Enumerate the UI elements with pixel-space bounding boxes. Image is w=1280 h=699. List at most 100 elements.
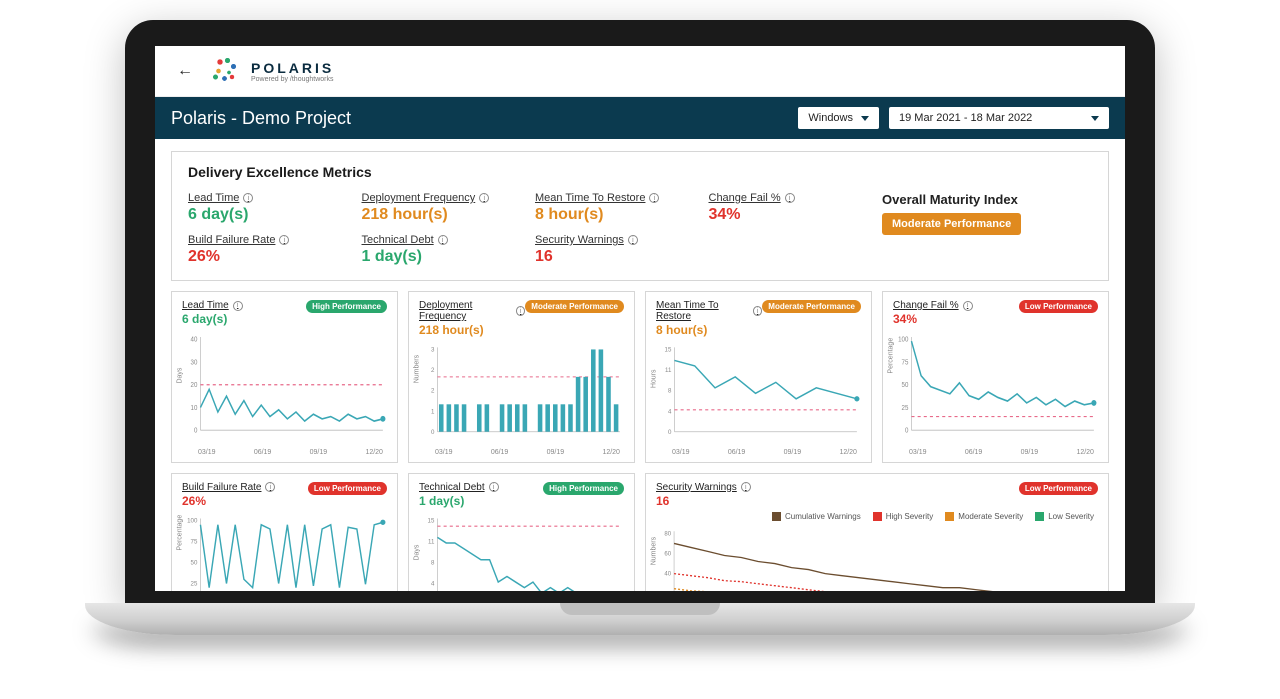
svg-text:20: 20: [191, 382, 198, 389]
svg-text:0: 0: [431, 429, 435, 436]
metric-lead-time[interactable]: Lead Timei 6 day(s): [188, 192, 352, 224]
chart-plot: Days010203040: [182, 330, 387, 447]
summary-title: Delivery Excellence Metrics: [188, 164, 1092, 180]
chart-plot: Numbers01223: [419, 341, 624, 447]
svg-text:20: 20: [664, 590, 671, 591]
logo-icon: [209, 54, 243, 88]
info-icon[interactable]: i: [233, 301, 243, 311]
svg-text:25: 25: [902, 404, 909, 411]
app-header: ← POLARIS Powered by /thoughtworks: [155, 46, 1125, 97]
svg-text:50: 50: [191, 559, 198, 566]
svg-text:8: 8: [668, 388, 672, 395]
info-icon[interactable]: i: [963, 301, 973, 311]
svg-text:30: 30: [191, 359, 198, 366]
info-icon[interactable]: i: [741, 482, 751, 492]
info-icon[interactable]: i: [649, 193, 659, 203]
card-build-failure[interactable]: Build Failure Rate i26%Low PerformancePe…: [171, 473, 398, 592]
os-select-value: Windows: [808, 112, 853, 124]
chevron-down-icon: [861, 116, 869, 121]
svg-text:50: 50: [902, 382, 909, 389]
metric-build-failure[interactable]: Build Failure Ratei 26%: [188, 234, 352, 266]
svg-text:75: 75: [902, 359, 909, 366]
brand-logo: POLARIS Powered by /thoughtworks: [209, 54, 334, 88]
chart-plot: Days0481115: [419, 512, 624, 592]
performance-badge: Low Performance: [1019, 482, 1098, 495]
chart-grid-row2: Build Failure Rate i26%Low PerformancePe…: [171, 473, 1109, 592]
x-axis-ticks: 03/1906/1909/1912/20: [893, 447, 1098, 456]
metric-technical-debt[interactable]: Technical Debti 1 day(s): [362, 234, 526, 266]
performance-badge: Moderate Performance: [762, 300, 861, 313]
back-button[interactable]: ←: [171, 60, 199, 82]
x-axis-ticks: 03/1906/1909/1912/20: [419, 447, 624, 456]
card-mttr[interactable]: Mean Time To Restore i8 hour(s)Moderate …: [645, 291, 872, 463]
chart-grid: Lead Time i6 day(s)High PerformanceDays0…: [171, 291, 1109, 463]
info-icon[interactable]: i: [628, 235, 638, 245]
performance-badge: Moderate Performance: [525, 300, 624, 313]
metric-change-fail[interactable]: Change Fail %i 34%: [709, 192, 873, 224]
x-axis-ticks: 03/1906/1909/1912/20: [182, 447, 387, 456]
info-icon[interactable]: i: [438, 235, 448, 245]
maturity-badge: Moderate Performance: [882, 213, 1021, 235]
svg-text:0: 0: [905, 427, 909, 434]
metric-security-warnings[interactable]: Security Warningsi 16: [535, 234, 699, 266]
svg-text:1: 1: [431, 408, 435, 415]
project-title: Polaris - Demo Project: [171, 108, 351, 129]
metric-deployment-frequency[interactable]: Deployment Frequencyi 218 hour(s): [362, 192, 526, 224]
svg-text:2: 2: [431, 388, 435, 395]
svg-text:75: 75: [191, 538, 198, 545]
brand-subtitle: Powered by /thoughtworks: [251, 76, 334, 83]
chart-plot: Numbers020406080: [656, 525, 1098, 592]
chart-plot: Percentage0255075100: [893, 330, 1098, 447]
info-icon[interactable]: i: [279, 235, 289, 245]
svg-text:60: 60: [664, 550, 671, 557]
chart-plot: Percentage0255075100: [182, 512, 387, 592]
performance-badge: Low Performance: [1019, 300, 1098, 313]
svg-text:0: 0: [668, 429, 672, 436]
svg-text:11: 11: [428, 538, 435, 545]
maturity-index: Overall Maturity Index Moderate Performa…: [882, 192, 1092, 266]
info-icon[interactable]: i: [785, 193, 795, 203]
info-icon[interactable]: i: [489, 482, 499, 492]
summary-panel: Delivery Excellence Metrics Lead Timei 6…: [171, 151, 1109, 281]
info-icon[interactable]: i: [265, 482, 275, 492]
maturity-title: Overall Maturity Index: [882, 192, 1018, 207]
brand-name: POLARIS: [251, 60, 334, 76]
svg-text:0: 0: [194, 427, 198, 434]
svg-text:2: 2: [431, 367, 435, 374]
chevron-down-icon: [1091, 116, 1099, 121]
svg-text:8: 8: [431, 559, 435, 566]
svg-text:15: 15: [665, 346, 672, 353]
info-icon[interactable]: i: [753, 306, 762, 316]
info-icon[interactable]: i: [516, 306, 525, 316]
chart-plot: Hours0481115: [656, 341, 861, 447]
svg-text:40: 40: [191, 336, 198, 343]
title-bar: Polaris - Demo Project Windows 19 Mar 20…: [155, 97, 1125, 139]
svg-text:15: 15: [428, 517, 435, 524]
info-icon[interactable]: i: [243, 193, 253, 203]
svg-text:4: 4: [431, 580, 435, 587]
svg-text:100: 100: [187, 517, 198, 524]
card-security-warnings[interactable]: Security Warnings i16Low PerformanceCumu…: [645, 473, 1109, 592]
card-technical-debt[interactable]: Technical Debt i1 day(s)High Performance…: [408, 473, 635, 592]
metric-mttr[interactable]: Mean Time To Restorei 8 hour(s): [535, 192, 699, 224]
svg-text:100: 100: [898, 336, 909, 343]
card-lead-time[interactable]: Lead Time i6 day(s)High PerformanceDays0…: [171, 291, 398, 463]
date-range-picker[interactable]: 19 Mar 2021 - 18 Mar 2022: [889, 107, 1109, 129]
chart-legend: Cumulative WarningsHigh SeverityModerate…: [656, 512, 1094, 521]
card-change-fail[interactable]: Change Fail % i34%Low PerformancePercent…: [882, 291, 1109, 463]
info-icon[interactable]: i: [479, 193, 489, 203]
date-range-value: 19 Mar 2021 - 18 Mar 2022: [899, 112, 1032, 124]
performance-badge: High Performance: [306, 300, 387, 313]
x-axis-ticks: 03/1906/1909/1912/20: [656, 447, 861, 456]
svg-text:3: 3: [431, 346, 435, 353]
svg-text:80: 80: [664, 530, 671, 537]
performance-badge: Low Performance: [308, 482, 387, 495]
app-screen: ← POLARIS Powered by /thoughtworks Polar…: [155, 46, 1125, 591]
os-select[interactable]: Windows: [798, 107, 879, 129]
svg-text:40: 40: [664, 570, 671, 577]
svg-text:11: 11: [665, 367, 672, 374]
svg-text:25: 25: [191, 580, 198, 587]
svg-text:10: 10: [191, 404, 198, 411]
performance-badge: High Performance: [543, 482, 624, 495]
card-deployment-frequency[interactable]: Deployment Frequency i218 hour(s)Moderat…: [408, 291, 635, 463]
